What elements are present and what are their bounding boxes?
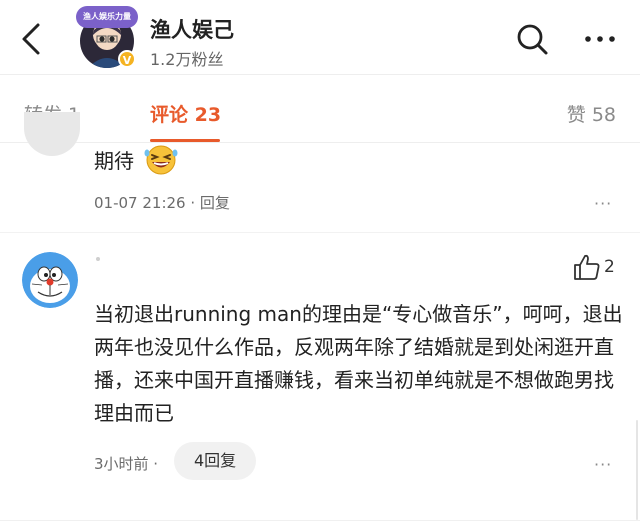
comment-text: 期待 <box>94 149 134 173</box>
back-arrow-icon[interactable] <box>18 22 48 56</box>
header-divider <box>0 74 640 75</box>
comment-timestamp[interactable]: 01-07 21:26 · 回复 <box>94 192 230 213</box>
comment-divider <box>0 232 640 233</box>
search-icon[interactable] <box>515 22 549 56</box>
view-replies-button[interactable]: 4回复 <box>174 442 257 480</box>
verified-icon: V <box>118 50 136 68</box>
tab-likes[interactable]: 赞 58 <box>567 100 616 127</box>
like-count: 2 <box>604 257 615 277</box>
comment-avatar[interactable] <box>22 252 78 308</box>
laughing-emoji-icon <box>144 145 178 175</box>
tabs-divider <box>0 142 640 143</box>
fans-count: 1.2万粉丝 <box>150 50 224 69</box>
user-avatar[interactable]: 渔人娱乐力量 V <box>76 6 138 68</box>
more-options-icon[interactable] <box>582 25 618 53</box>
username[interactable]: 渔人娱己 <box>150 14 234 44</box>
scrollbar[interactable] <box>636 420 638 520</box>
comment-timestamp: 3小时前 · <box>94 455 159 473</box>
comment-divider <box>0 520 640 521</box>
thumbs-up-icon[interactable] <box>572 252 602 282</box>
comment-text: 当初退出running man的理由是“专心做音乐”，呵呵，退出两年也没见什么作… <box>94 302 623 425</box>
commenter-name-mark <box>96 257 100 261</box>
comment-more-button[interactable]: ··· <box>594 194 612 213</box>
comment-avatar[interactable] <box>24 112 80 156</box>
tab-comments[interactable]: 评论 23 <box>150 100 221 127</box>
avatar-badge: 渔人娱乐力量 <box>76 6 138 28</box>
comment-more-button[interactable]: ··· <box>594 455 612 474</box>
